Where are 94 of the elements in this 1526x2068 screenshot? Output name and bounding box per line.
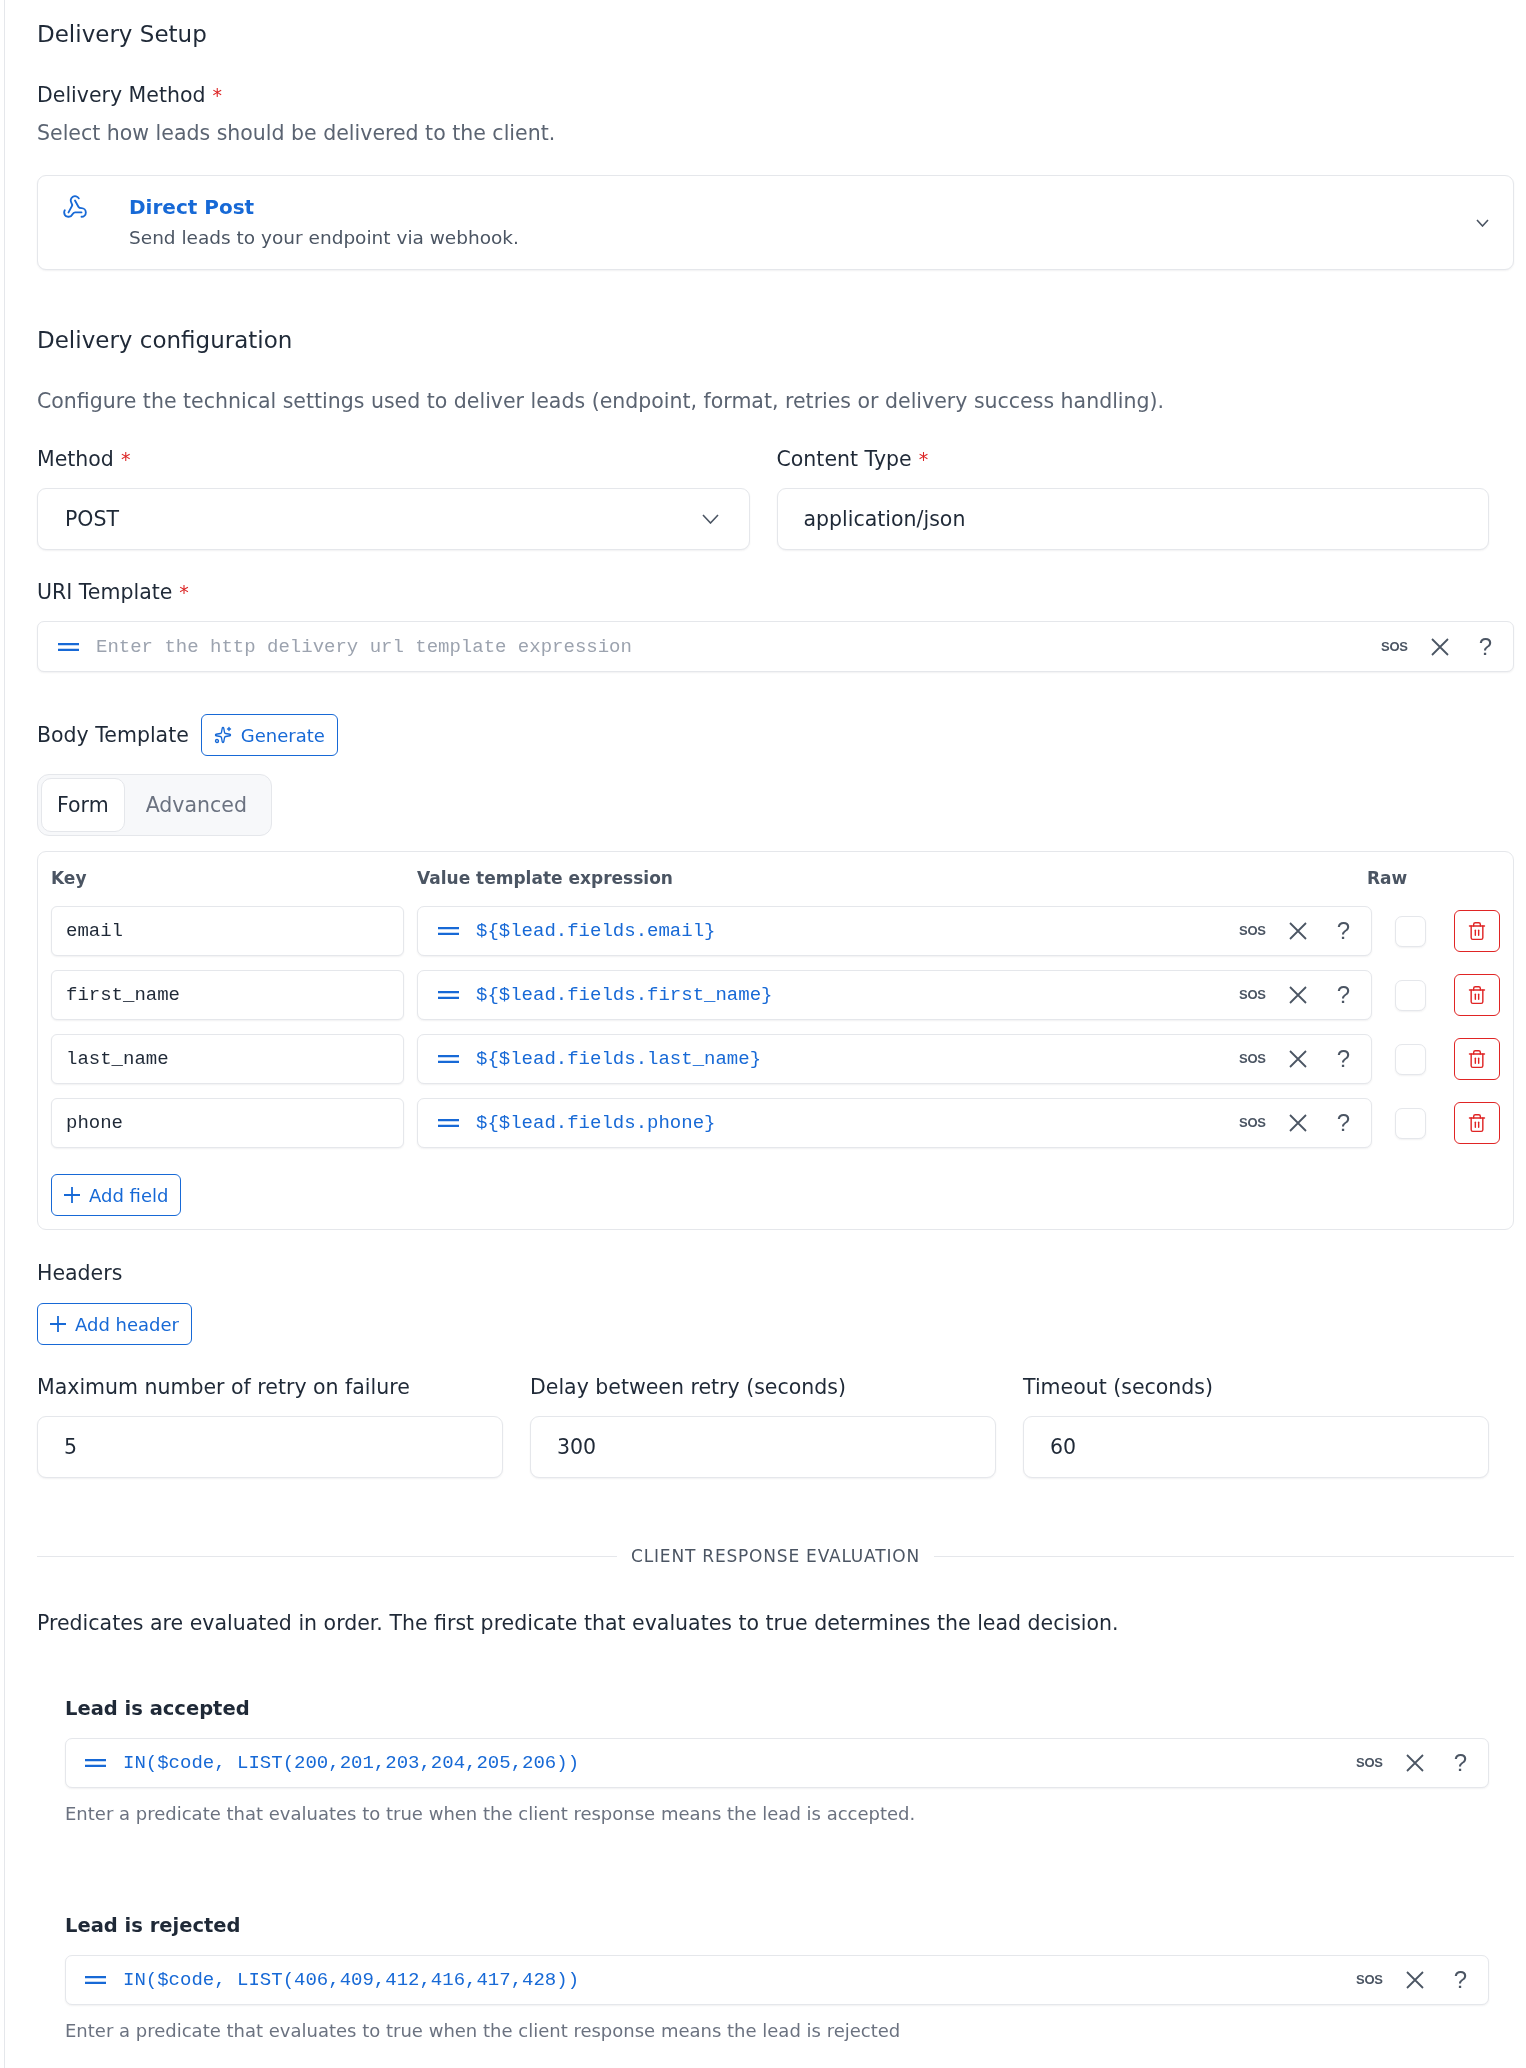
add-header-button[interactable]: Add header bbox=[37, 1303, 192, 1345]
equals-icon bbox=[438, 991, 459, 999]
page-title: Delivery Setup bbox=[37, 20, 207, 49]
field-label: Timeout (seconds) bbox=[1023, 1374, 1214, 1401]
trash-icon bbox=[1467, 1049, 1487, 1069]
help-button[interactable]: ? bbox=[1336, 1046, 1350, 1072]
predicate-field[interactable]: IN($code, LIST(200,201,203,204,205,206)) SOS ? bbox=[65, 1738, 1489, 1788]
delete-button[interactable] bbox=[1454, 1102, 1500, 1144]
webhook-icon bbox=[62, 194, 88, 220]
field-label: URI Template bbox=[37, 579, 173, 606]
required-asterisk: * bbox=[179, 582, 189, 602]
close-icon[interactable] bbox=[1288, 1114, 1307, 1132]
hint-text: Enter a predicate that evaluates to true when the client response means the lead is rejected bbox=[65, 2019, 901, 2043]
hint-text: Enter a predicate that evaluates to true when the client response means the lead is accepted. bbox=[65, 1802, 916, 1826]
sos-button[interactable]: SOS bbox=[1239, 1116, 1266, 1130]
help-button[interactable]: ? bbox=[1478, 633, 1492, 660]
equals-icon bbox=[85, 1976, 106, 1984]
field-label: Content Type bbox=[776, 446, 912, 473]
raw-checkbox[interactable] bbox=[1395, 1107, 1426, 1139]
raw-checkbox[interactable] bbox=[1395, 979, 1426, 1011]
help-button[interactable]: ? bbox=[1336, 918, 1350, 944]
help-button[interactable]: ? bbox=[1336, 982, 1350, 1008]
sos-button[interactable]: SOS bbox=[1356, 1973, 1383, 1987]
equals-icon bbox=[85, 1759, 106, 1767]
raw-checkbox[interactable] bbox=[1395, 1043, 1426, 1075]
key-field[interactable]: phone bbox=[51, 1098, 404, 1148]
description-text: Select how leads should be delivered to the client. bbox=[37, 120, 556, 147]
key-field[interactable]: first_name bbox=[51, 970, 404, 1020]
sos-button[interactable]: SOS bbox=[1239, 1052, 1266, 1066]
sos-button[interactable]: SOS bbox=[1239, 988, 1266, 1002]
required-asterisk: * bbox=[212, 85, 222, 105]
chevron-down-icon bbox=[701, 514, 719, 524]
sos-button[interactable]: SOS bbox=[1381, 639, 1408, 654]
plus-icon bbox=[50, 1316, 66, 1332]
tab[interactable]: Form bbox=[41, 778, 125, 832]
close-icon[interactable] bbox=[1288, 986, 1307, 1004]
sos-button[interactable]: SOS bbox=[1356, 1756, 1383, 1770]
column-header: Raw bbox=[1367, 867, 1408, 890]
required-asterisk: * bbox=[120, 449, 131, 469]
section-title: Delivery configuration bbox=[37, 326, 293, 355]
help-button[interactable]: ? bbox=[1453, 1750, 1467, 1776]
close-icon[interactable] bbox=[1405, 1754, 1424, 1772]
trash-icon bbox=[1467, 1113, 1487, 1133]
delete-button[interactable] bbox=[1454, 910, 1500, 952]
delete-button[interactable] bbox=[1454, 1038, 1500, 1080]
required-asterisk: * bbox=[918, 449, 929, 469]
add-field-button[interactable]: Add field bbox=[51, 1174, 182, 1216]
close-icon[interactable] bbox=[1430, 637, 1449, 656]
delivery-method-select[interactable]: Direct Post Send leads to your endpoint via webhook. bbox=[37, 175, 1514, 270]
field-label: Delivery Method bbox=[37, 82, 206, 109]
chevron-down-icon bbox=[1476, 218, 1489, 227]
field-label: Delay between retry (seconds) bbox=[530, 1374, 846, 1401]
sparkles-icon bbox=[213, 726, 232, 744]
help-button[interactable]: ? bbox=[1336, 1110, 1350, 1136]
delete-button[interactable] bbox=[1454, 974, 1500, 1016]
number-field[interactable]: 5 bbox=[37, 1416, 503, 1478]
field-label: Lead is accepted bbox=[65, 1696, 250, 1722]
field-label: Maximum number of retry on failure bbox=[37, 1374, 410, 1401]
description-text: Predicates are evaluated in order. The first predicate that evaluates to true determines the lead decision. bbox=[37, 1610, 1119, 1637]
trash-icon bbox=[1467, 985, 1487, 1005]
value-expression-field[interactable]: ${$lead.fields.phone} SOS ? bbox=[417, 1098, 1372, 1148]
tab[interactable]: Advanced bbox=[124, 778, 268, 832]
method-select[interactable]: POST bbox=[37, 488, 750, 550]
value-expression-field[interactable]: ${$lead.fields.last_name} SOS ? bbox=[417, 1034, 1372, 1084]
content-type-field[interactable]: application/json bbox=[776, 488, 1489, 550]
key-field[interactable]: email bbox=[51, 906, 404, 956]
plus-icon bbox=[64, 1187, 80, 1203]
description-text: Configure the technical settings used to deliver leads (endpoint, format, retries or delivery success handling). bbox=[37, 388, 1165, 415]
equals-icon bbox=[438, 927, 459, 935]
field-label: Lead is rejected bbox=[65, 1913, 241, 1939]
field-label: Headers bbox=[37, 1260, 123, 1287]
close-icon[interactable] bbox=[1288, 922, 1307, 940]
number-field[interactable]: 60 bbox=[1023, 1416, 1489, 1478]
close-icon[interactable] bbox=[1405, 1971, 1424, 1989]
equals-icon bbox=[438, 1055, 459, 1063]
close-icon[interactable] bbox=[1288, 1050, 1307, 1068]
trash-icon bbox=[1467, 921, 1487, 941]
key-field[interactable]: last_name bbox=[51, 1034, 404, 1084]
raw-checkbox[interactable] bbox=[1395, 915, 1426, 947]
field-label: Body Template bbox=[37, 722, 189, 749]
predicate-field[interactable]: IN($code, LIST(406,409,412,416,417,428)) SOS ? bbox=[65, 1955, 1489, 2005]
number-field[interactable]: 300 bbox=[530, 1416, 996, 1478]
equals-icon bbox=[58, 642, 79, 651]
section-divider-label: CLIENT RESPONSE EVALUATION bbox=[631, 1545, 920, 1568]
field-label: Method bbox=[37, 446, 114, 473]
sos-button[interactable]: SOS bbox=[1239, 924, 1266, 938]
help-button[interactable]: ? bbox=[1453, 1967, 1467, 1993]
uri-template-field[interactable]: Enter the http delivery url template expression SOS ? bbox=[37, 621, 1514, 672]
value-expression-field[interactable]: ${$lead.fields.first_name} SOS ? bbox=[417, 970, 1372, 1020]
generate-button[interactable]: Generate bbox=[200, 714, 338, 756]
column-header: Value template expression bbox=[417, 867, 673, 890]
equals-icon bbox=[438, 1119, 459, 1127]
value-expression-field[interactable]: ${$lead.fields.email} SOS ? bbox=[417, 906, 1372, 956]
column-header: Key bbox=[51, 867, 87, 890]
